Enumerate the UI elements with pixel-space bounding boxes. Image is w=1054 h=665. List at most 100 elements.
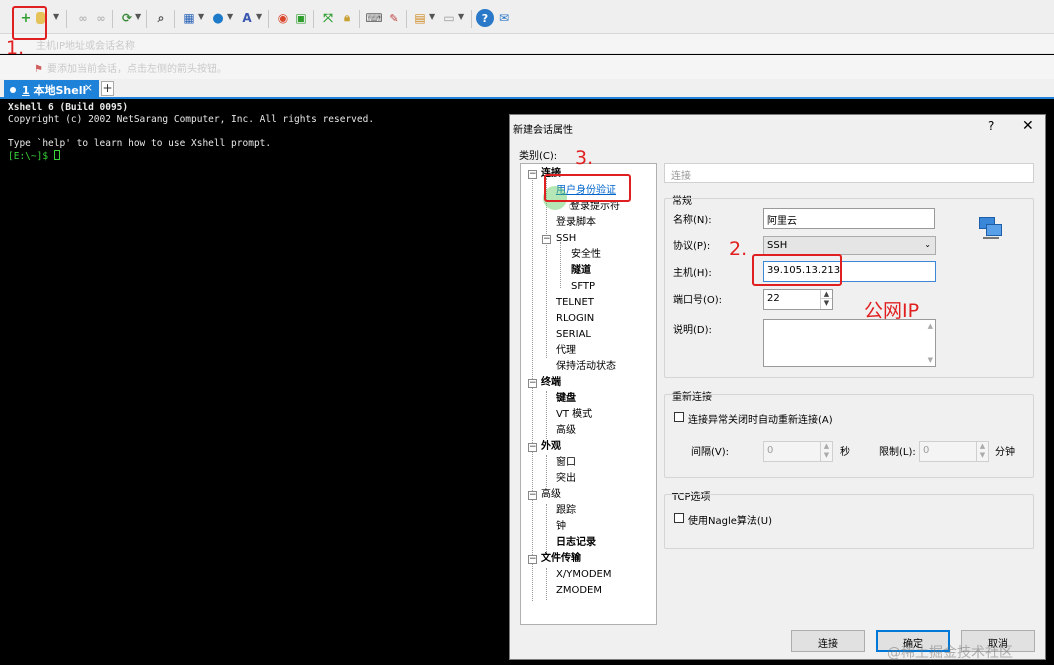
auto-reconnect-checkbox[interactable] xyxy=(674,412,684,422)
fullscreen-icon[interactable]: ⤧ xyxy=(319,9,337,27)
tree-item-keepalive[interactable]: 保持活动状态 xyxy=(556,361,616,373)
toolbar-divider xyxy=(268,10,269,28)
hint-text: 要添加当前会话，点击左侧的箭头按钮。 xyxy=(46,64,227,75)
spin-up-icon[interactable]: ▲ xyxy=(976,442,988,451)
xftp-icon[interactable]: ◉ xyxy=(274,9,292,27)
tree-expand-icon[interactable]: − xyxy=(542,235,551,244)
help-icon[interactable]: ? xyxy=(476,9,494,27)
window-icon[interactable]: ▭ xyxy=(440,9,458,27)
spin-down-icon[interactable]: ▼ xyxy=(976,451,988,461)
tree-item-zmodem[interactable]: ZMODEM xyxy=(556,585,602,597)
tree-expand-icon[interactable]: − xyxy=(528,555,537,564)
connect-icon[interactable]: ∞ xyxy=(74,9,92,27)
chevron-down-icon[interactable]: ▼ xyxy=(198,12,204,21)
spin-down-icon[interactable]: ▼ xyxy=(820,299,832,309)
disconnect-icon[interactable]: ∞ xyxy=(92,9,110,27)
tree-item-login-prompt[interactable]: 登录提示符 xyxy=(570,201,620,213)
tree-item-proxy[interactable]: 代理 xyxy=(556,345,576,357)
tree-item-login-script[interactable]: 登录脚本 xyxy=(556,217,596,229)
search-icon[interactable]: ⌕ xyxy=(152,9,170,27)
globe-icon[interactable]: ● xyxy=(209,9,227,27)
spin-down-icon[interactable]: ▼ xyxy=(820,451,832,461)
chevron-down-icon[interactable]: ▼ xyxy=(135,12,141,21)
annotation-step-3: 3. xyxy=(575,147,594,169)
description-textarea[interactable]: ▲ ▼ xyxy=(763,319,936,367)
spin-up-icon[interactable]: ▲ xyxy=(820,442,832,451)
tree-item-ssh[interactable]: SSH xyxy=(556,233,576,245)
keyboard-icon[interactable]: ⌨ xyxy=(365,9,383,27)
nagle-checkbox[interactable] xyxy=(674,513,684,523)
tab-local-shell[interactable]: 1 本地Shell × xyxy=(4,80,99,99)
chevron-down-icon[interactable]: ▼ xyxy=(429,12,435,21)
tree-item-terminal[interactable]: 终端 xyxy=(541,377,561,389)
toolbar-divider xyxy=(359,10,360,28)
tree-item-file-transfer[interactable]: 文件传输 xyxy=(541,553,581,565)
chat-icon[interactable]: ✉ xyxy=(495,9,513,27)
protocol-select[interactable]: SSH ⌄ xyxy=(763,236,936,255)
connect-button[interactable]: 连接 xyxy=(791,630,865,652)
tree-item-telnet[interactable]: TELNET xyxy=(556,297,594,309)
tree-expand-icon[interactable]: − xyxy=(528,379,537,388)
spin-up-icon[interactable]: ▲ xyxy=(820,290,832,299)
toolbar-divider xyxy=(174,10,175,28)
tree-item-keyboard[interactable]: 键盘 xyxy=(556,393,576,405)
pen-icon[interactable]: ✎ xyxy=(385,9,403,27)
bookmark-icon[interactable]: ⚑ xyxy=(34,64,43,75)
chevron-down-icon[interactable]: ▼ xyxy=(227,12,233,21)
tree-item-tunnel[interactable]: 隧道 xyxy=(571,265,591,277)
address-input[interactable]: 主机IP地址或会话名称 xyxy=(36,41,135,52)
tree-item-bell[interactable]: 钟 xyxy=(556,521,566,533)
scroll-up-icon[interactable]: ▲ xyxy=(928,322,933,330)
tree-item-appearance[interactable]: 外观 xyxy=(541,441,561,453)
protocol-value: SSH xyxy=(767,240,788,251)
dialog-title: 新建会话属性 xyxy=(513,125,573,136)
tree-item-advanced[interactable]: 高级 xyxy=(556,425,576,437)
refresh-icon[interactable]: ⟳ xyxy=(118,9,136,27)
tree-expand-icon[interactable]: − xyxy=(528,491,537,500)
chevron-down-icon[interactable]: ▼ xyxy=(458,12,464,21)
script-icon[interactable]: ▣ xyxy=(292,9,310,27)
protocol-label: 协议(P): xyxy=(673,241,711,252)
chevron-down-icon[interactable]: ▼ xyxy=(256,12,262,21)
tab-close-icon[interactable]: × xyxy=(84,81,93,94)
tab-number: 1 xyxy=(22,84,30,97)
tree-item-sftp[interactable]: SFTP xyxy=(571,281,595,293)
tree-item-security[interactable]: 安全性 xyxy=(571,249,601,261)
terminal[interactable]: Xshell 6 (Build 0095) Copyright (c) 2002 … xyxy=(8,102,374,163)
category-tree[interactable]: − 连接 用户身份验证 登录提示符 登录脚本 − SSH 安全性 隧道 SFTP… xyxy=(520,163,657,625)
interval-value: 0 xyxy=(767,445,774,456)
limit-input[interactable]: 0 ▲ ▼ xyxy=(919,441,989,462)
name-input[interactable]: 阿里云 xyxy=(763,208,935,229)
chevron-down-icon[interactable]: ▼ xyxy=(53,12,59,21)
tree-item-window[interactable]: 窗口 xyxy=(556,457,576,469)
tree-item-vt-mode[interactable]: VT 模式 xyxy=(556,409,592,421)
toolbar-divider xyxy=(66,10,67,28)
dialog-help-button[interactable]: ? xyxy=(988,119,994,133)
auto-reconnect-label: 连接异常关闭时自动重新连接(A) xyxy=(688,415,833,426)
address-bar[interactable]: 主机IP地址或会话名称 xyxy=(0,34,1054,54)
dialog-close-button[interactable]: ✕ xyxy=(1022,118,1034,134)
tree-item-trace[interactable]: 跟踪 xyxy=(556,505,576,517)
hint-bar: ⚑ 要添加当前会话，点击左侧的箭头按钮。 xyxy=(0,55,1054,79)
tree-expand-icon[interactable]: − xyxy=(528,443,537,452)
tree-expand-icon[interactable]: − xyxy=(528,170,537,179)
terminal-line: Xshell 6 (Build 0095) xyxy=(8,102,129,113)
annotation-box-3 xyxy=(544,174,631,202)
tree-item-xymodem[interactable]: X/YMODEM xyxy=(556,569,611,581)
tree-item-advanced-group[interactable]: 高级 xyxy=(541,489,561,501)
layout-icon[interactable]: ▦ xyxy=(180,9,198,27)
add-tab-button[interactable]: + xyxy=(101,81,114,96)
tree-item-rlogin[interactable]: RLOGIN xyxy=(556,313,594,325)
host-label: 主机(H): xyxy=(673,268,712,279)
description-label: 说明(D): xyxy=(673,325,712,336)
tree-item-logging[interactable]: 日志记录 xyxy=(556,537,596,549)
interval-input[interactable]: 0 ▲ ▼ xyxy=(763,441,833,462)
nagle-label: 使用Nagle算法(U) xyxy=(688,516,773,527)
lock-icon[interactable]: 🔒︎ xyxy=(338,9,356,27)
tree-item-highlight[interactable]: 突出 xyxy=(556,473,576,485)
compose-icon[interactable]: ▤ xyxy=(411,9,429,27)
port-input[interactable]: 22 ▲ ▼ xyxy=(763,289,833,310)
tree-item-serial[interactable]: SERIAL xyxy=(556,329,591,341)
scroll-down-icon[interactable]: ▼ xyxy=(928,356,933,364)
font-icon[interactable]: A xyxy=(238,9,256,27)
